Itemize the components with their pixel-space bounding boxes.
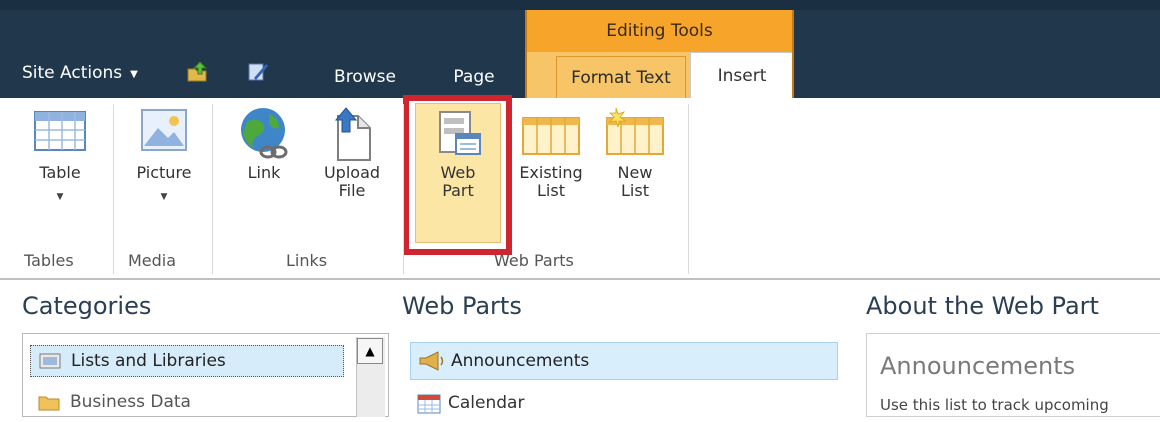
category-label: Business Data xyxy=(70,392,191,412)
group-separator xyxy=(113,104,114,274)
group-label-web-parts: Web Parts xyxy=(494,251,574,270)
upload-file-icon xyxy=(334,107,371,161)
about-web-part-name: Announcements xyxy=(880,352,1076,380)
link-label: Link xyxy=(247,163,281,182)
tab-page[interactable]: Page xyxy=(432,56,516,98)
web-part-label: Calendar xyxy=(448,393,525,413)
tab-insert[interactable]: Insert xyxy=(690,52,794,98)
categories-title: Categories xyxy=(22,292,152,320)
group-label-media: Media xyxy=(128,251,177,270)
group-separator xyxy=(688,104,689,274)
site-actions-menu[interactable]: Site Actions ▼ xyxy=(22,58,138,88)
tab-format-text[interactable]: Format Text xyxy=(556,56,686,98)
new-list-label: New List xyxy=(617,163,653,200)
category-item[interactable]: Lists and Libraries xyxy=(30,345,344,377)
link-button[interactable]: Link xyxy=(230,106,298,182)
picture-button[interactable]: Picture ▼ xyxy=(124,106,204,206)
category-item[interactable]: Business Data xyxy=(30,386,191,418)
upload-file-button[interactable]: Upload File xyxy=(312,106,392,200)
web-part-button[interactable]: Web Part xyxy=(418,106,498,200)
existing-list-icon xyxy=(522,117,580,155)
folder-icon xyxy=(38,396,60,411)
chevron-down-icon: ▼ xyxy=(130,68,138,80)
group-label-tables: Tables xyxy=(24,251,74,270)
globe-link-icon xyxy=(241,108,288,159)
new-list-icon xyxy=(606,107,664,155)
chevron-down-icon: ▼ xyxy=(160,192,168,202)
web-parts-title: Web Parts xyxy=(402,292,522,320)
group-separator xyxy=(403,104,404,274)
about-web-part-description: Use this list to track upcoming xyxy=(880,396,1109,414)
web-part-icon xyxy=(439,111,481,155)
group-label-links: Links xyxy=(286,251,328,270)
ribbon-divider xyxy=(0,278,1160,280)
header-stripe xyxy=(0,0,1160,10)
picture-label: Picture xyxy=(136,163,192,182)
category-label: Lists and Libraries xyxy=(71,351,226,371)
site-actions-label: Site Actions xyxy=(22,63,123,83)
web-part-item[interactable]: Calendar xyxy=(410,384,524,422)
web-part-label: Announcements xyxy=(451,351,590,371)
contextual-group-title: Editing Tools xyxy=(525,10,794,52)
picture-icon xyxy=(141,109,187,151)
existing-list-label: Existing List xyxy=(519,163,583,200)
upload-file-label: Upload File xyxy=(323,163,381,200)
web-part-label: Web Part xyxy=(440,163,476,200)
table-icon xyxy=(34,111,86,151)
tab-browse[interactable]: Browse xyxy=(310,56,420,98)
chevron-down-icon: ▼ xyxy=(56,192,64,202)
list-library-icon xyxy=(39,353,61,369)
table-label: Table xyxy=(39,163,81,182)
edit-page-icon[interactable] xyxy=(246,60,270,84)
announcement-megaphone-icon xyxy=(419,351,444,371)
table-button[interactable]: Table ▼ xyxy=(30,106,90,206)
navigate-up-icon[interactable] xyxy=(186,60,210,84)
group-separator xyxy=(212,104,213,274)
new-list-button[interactable]: New List xyxy=(602,106,668,200)
existing-list-button[interactable]: Existing List xyxy=(514,106,588,200)
scroll-up-arrow-icon[interactable]: ▲ xyxy=(357,338,383,364)
about-title: About the Web Part xyxy=(866,292,1099,320)
calendar-icon xyxy=(417,394,441,414)
web-part-item[interactable]: Announcements xyxy=(410,342,838,380)
